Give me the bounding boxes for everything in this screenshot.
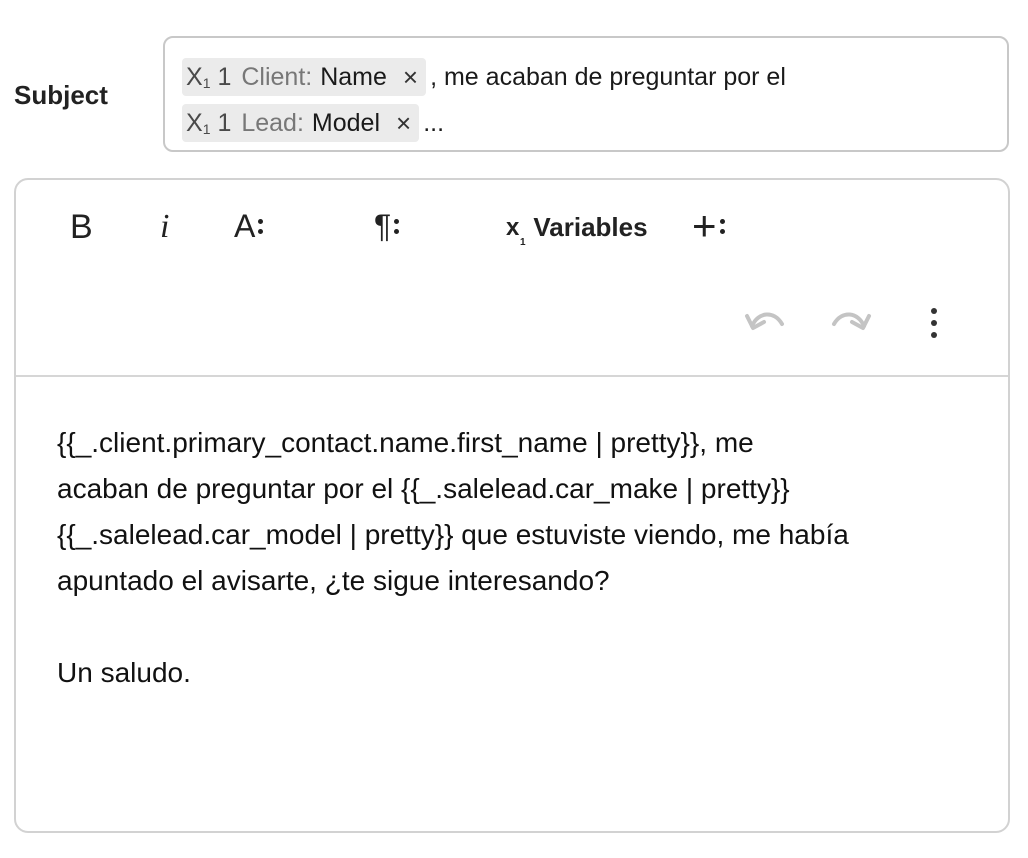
- bold-button[interactable]: B: [70, 208, 93, 247]
- redo-button[interactable]: [828, 306, 872, 334]
- body-closing: Un saludo.: [57, 657, 191, 688]
- variable-chip-lead-model[interactable]: X1 1 Lead: Model ×: [182, 104, 420, 142]
- redo-icon: [832, 312, 871, 330]
- chip-name: Model: [311, 108, 380, 137]
- undo-icon: [745, 312, 784, 330]
- undo-button[interactable]: [744, 306, 788, 334]
- variable-icon: x1: [506, 213, 526, 248]
- close-icon[interactable]: ×: [403, 62, 418, 93]
- variable-chip-client-name[interactable]: X1 1 Client: Name ×: [182, 58, 427, 96]
- variable-icon: X1 1: [186, 62, 232, 91]
- font-format-button[interactable]: A: [234, 208, 264, 245]
- plus-icon: +: [692, 202, 717, 249]
- body-line: {{_.client.primary_contact.name.first_na…: [57, 427, 754, 458]
- variables-label: Variables: [533, 212, 648, 242]
- body-line: acaban de preguntar por el {{_.salelead.…: [57, 473, 790, 504]
- more-options-button[interactable]: [928, 308, 937, 338]
- subject-text-ellipsis: ...: [423, 108, 445, 137]
- chip-name: Name: [320, 62, 387, 91]
- dropdown-dots-icon: [719, 218, 725, 234]
- editor-toolbar: B i A ¶ x1 Variables +: [16, 180, 1008, 377]
- body-line: apuntado el avisarte, ¿te sigue interesa…: [57, 565, 610, 596]
- paragraph-format-button[interactable]: ¶: [374, 208, 400, 245]
- pilcrow-icon: ¶: [374, 208, 392, 244]
- italic-button[interactable]: i: [160, 208, 169, 246]
- chip-prefix: Lead:: [241, 108, 304, 137]
- close-icon[interactable]: ×: [396, 108, 411, 139]
- more-vertical-icon: [931, 308, 937, 338]
- insert-button[interactable]: +: [692, 202, 725, 250]
- variables-button[interactable]: x1 Variables: [506, 212, 648, 248]
- subject-line-1: X1 1 Client: Name × , me acaban de pregu…: [182, 58, 786, 96]
- body-editor: B i A ¶ x1 Variables + {{_.client.primar…: [14, 178, 1010, 833]
- dropdown-dots-icon: [258, 219, 264, 234]
- chip-prefix: Client:: [241, 62, 313, 91]
- dropdown-dots-icon: [394, 219, 400, 234]
- body-content[interactable]: {{_.client.primary_contact.name.first_na…: [57, 420, 977, 696]
- font-icon: A: [234, 208, 256, 244]
- subject-field[interactable]: X1 1 Client: Name × , me acaban de pregu…: [163, 36, 1009, 152]
- subject-label: Subject: [14, 80, 108, 110]
- subject-line-2: X1 1 Lead: Model × ...: [182, 104, 444, 142]
- email-template-editor: Subject X1 1 Client: Name × , me acaban …: [0, 0, 1028, 858]
- variable-icon: X1 1: [186, 108, 232, 137]
- subject-text: , me acaban de preguntar por el: [430, 62, 786, 91]
- body-line: {{_.salelead.car_model | pretty}} que es…: [57, 519, 849, 550]
